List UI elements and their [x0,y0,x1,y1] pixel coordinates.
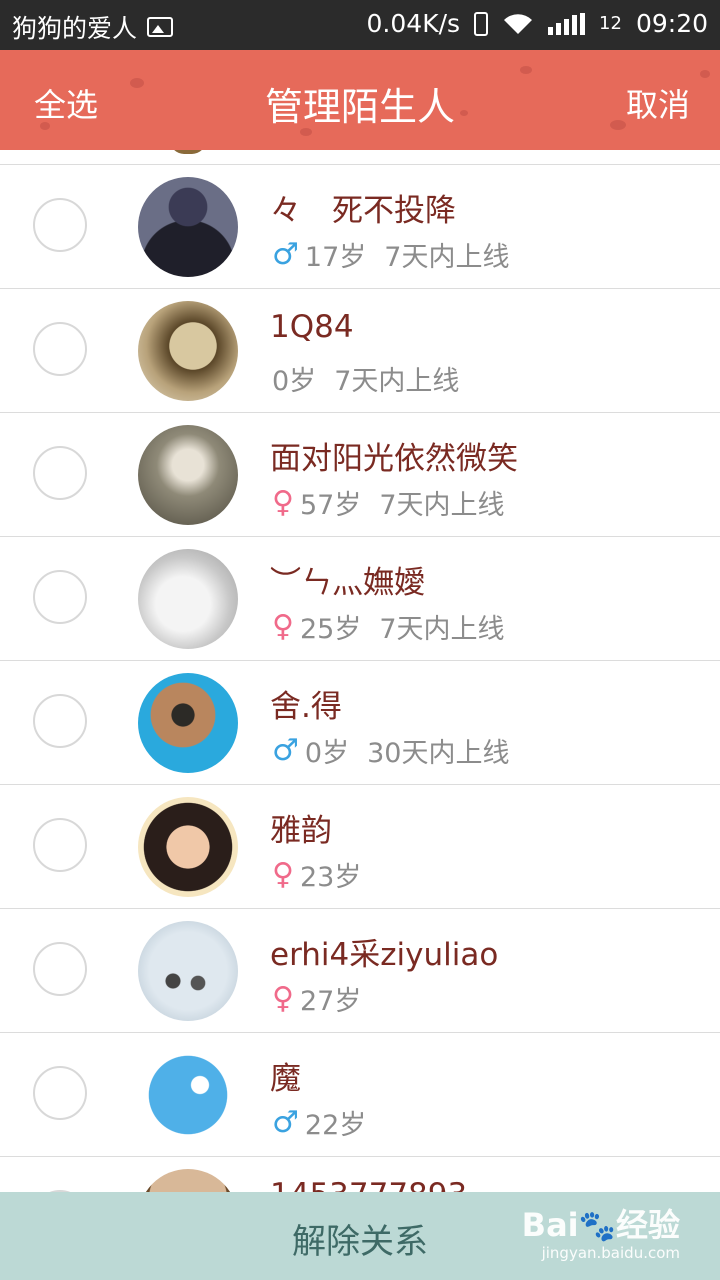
avatar [138,673,238,773]
male-icon: ♂ [272,1105,299,1140]
baidu-jingyan-watermark: Bai🐾经验 jingyan.baidu.com [521,1200,680,1262]
female-icon: ♀ [272,981,294,1016]
list-item[interactable]: 面对阳光依然微笑 ♀ 57岁 7天内上线 [0,413,720,537]
stranger-meta: 0岁 7天内上线 [272,359,459,398]
stranger-age: 25岁 [299,614,362,645]
list-item[interactable]: 雅韵 ♀ 23岁 [0,785,720,909]
signal-icon [548,12,586,35]
online-status: 7天内上线 [379,614,505,645]
paw-icon: 🐾 [578,1209,616,1244]
stranger-name: 魔 [270,1061,301,1097]
image-notification-icon [147,17,174,37]
wifi-icon [504,13,533,34]
select-checkbox[interactable] [33,818,87,872]
watermark-brand2: 经验 [615,1206,680,1244]
avatar [138,177,238,277]
list-item[interactable]: 々 死不投降 ♂ 17岁 7天内上线 [0,165,720,289]
avatar [138,921,238,1021]
watermark-url: jingyan.baidu.com [541,1244,680,1262]
page-title: 管理陌生人 [264,85,455,129]
stranger-name: 面对阳光依然微笑 [270,441,518,477]
stranger-meta: ♂ 22岁 [272,1103,384,1142]
select-checkbox[interactable] [33,1066,87,1120]
status-bar: 狗狗的爱人 0.04K/s 12 09:20 [0,0,720,50]
online-status: 7天内上线 [384,242,510,273]
notification-app-name: 狗狗的爱人 [12,14,138,43]
stranger-age: 22岁 [304,1110,367,1141]
bottom-action-bar: 解除关系 Bai🐾经验 jingyan.baidu.com [0,1192,720,1280]
male-icon: ♂ [272,237,299,272]
stranger-meta: ♀ 25岁 7天内上线 [272,607,505,646]
stranger-name: 1453777893 [270,1177,467,1192]
stranger-meta: ♂ 0岁 30天内上线 [272,731,509,770]
list-item[interactable]: 1Q84 0岁 7天内上线 [0,289,720,413]
stranger-meta: ♀ 23岁 [272,855,379,894]
stranger-age: 17岁 [304,242,367,273]
avatar [138,301,238,401]
avatar [138,797,238,897]
signal-number: 12 [599,13,622,34]
stranger-meta: ♀ 27岁 [272,979,379,1018]
stranger-name: 舍.得 [270,689,342,725]
list-item[interactable]: ︶ㄣ灬嫵嬡 ♀ 25岁 7天内上线 [0,537,720,661]
stranger-name: 々 死不投降 [270,193,456,229]
network-speed: 0.04K/s [366,9,461,38]
list-item[interactable]: 魔 ♂ 22岁 [0,1033,720,1157]
stranger-name: erhi4采ziyuliao [270,937,499,973]
list-item[interactable]: 舍.得 ♂ 0岁 30天内上线 [0,661,720,785]
stranger-name: ︶ㄣ灬嫵嬡 [270,565,425,601]
stranger-age: 0岁 [304,738,350,769]
list-item[interactable]: erhi4采ziyuliao ♀ 27岁 [0,909,720,1033]
select-checkbox[interactable] [33,446,87,500]
female-icon: ♀ [272,609,294,644]
select-checkbox[interactable] [33,198,87,252]
list-item-partial-top [0,150,720,165]
male-icon: ♂ [272,733,299,768]
select-checkbox[interactable] [33,570,87,624]
avatar [138,1045,238,1145]
list-item[interactable]: 1453777893 [0,1157,720,1192]
select-checkbox[interactable] [33,322,87,376]
stranger-age: 23岁 [299,862,362,893]
online-status: 7天内上线 [379,490,505,521]
online-status: 7天内上线 [334,366,460,397]
avatar [170,150,206,154]
cancel-button[interactable]: 取消 [626,80,690,126]
stranger-age: 0岁 [272,366,317,397]
watermark-brand: Bai [521,1206,579,1244]
avatar [138,549,238,649]
stranger-meta: ♂ 17岁 7天内上线 [272,235,509,274]
avatar [138,1169,238,1192]
stranger-list[interactable]: 々 死不投降 ♂ 17岁 7天内上线 1Q84 0岁 7天内上线 面对阳光依然微… [0,150,720,1192]
select-checkbox[interactable] [33,694,87,748]
clock: 09:20 [635,9,708,38]
female-icon: ♀ [272,857,294,892]
stranger-meta: ♀ 57岁 7天内上线 [272,483,505,522]
title-bar: 全选 管理陌生人 取消 [0,50,720,150]
vibrate-icon [474,11,489,36]
stranger-age: 27岁 [299,986,362,1017]
stranger-age: 57岁 [299,490,362,521]
female-icon: ♀ [272,485,294,520]
stranger-name: 1Q84 [270,309,354,345]
avatar [138,425,238,525]
select-checkbox[interactable] [33,942,87,996]
stranger-name: 雅韵 [270,813,332,849]
online-status: 30天内上线 [367,738,510,769]
